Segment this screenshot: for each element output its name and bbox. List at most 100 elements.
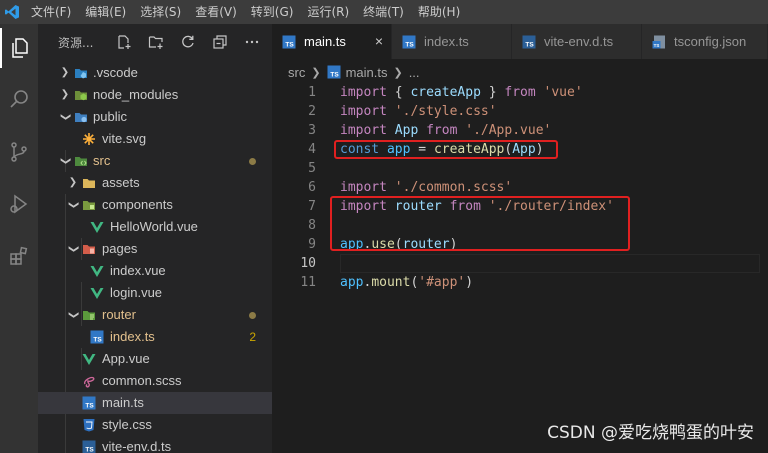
tab-main-ts[interactable]: TS main.ts × [272, 24, 392, 59]
chevron-down-icon: ❯ [68, 310, 79, 320]
tree-item-main-ts[interactable]: TS main.ts [38, 392, 272, 414]
more-icon[interactable] [236, 34, 268, 50]
tree-item-app-vue[interactable]: App.vue [38, 348, 272, 370]
svg-text:TS: TS [525, 41, 534, 48]
tab-index-ts[interactable]: TS index.ts [392, 24, 512, 59]
file-tree: ❯ .vscode ❯ node_modules ❯ public vite.s… [38, 62, 272, 453]
editor-tab-bar: TS main.ts × TS index.ts TS vite-env.d.t… [272, 24, 768, 59]
chevron-down-icon: ❯ [68, 244, 79, 254]
menu-go[interactable]: 转到(G) [244, 0, 301, 24]
tree-item-label: .vscode [93, 65, 138, 80]
code-line: import './style.css' [340, 104, 497, 119]
line-number: 1 [308, 85, 316, 100]
tree-item-assets[interactable]: ❯ assets [38, 172, 272, 194]
tree-item-label: router [102, 307, 136, 322]
ts-def-file-icon: TS [522, 35, 536, 48]
tree-item-helloworld-vue[interactable]: HelloWorld.vue [38, 216, 272, 238]
menu-file[interactable]: 文件(F) [24, 0, 78, 24]
explorer-title: 资源... [58, 35, 94, 50]
menu-selection[interactable]: 选择(S) [133, 0, 188, 24]
menu-terminal[interactable]: 终端(T) [356, 0, 411, 24]
activity-bar [0, 24, 38, 453]
tree-item-label: style.css [102, 417, 152, 432]
tab-vite-env-dts[interactable]: TS vite-env.d.ts [512, 24, 642, 59]
explorer-icon[interactable] [0, 28, 38, 68]
scss-file-icon [84, 376, 95, 388]
tree-item-vscode[interactable]: ❯ .vscode [38, 62, 272, 84]
svg-text:TS: TS [330, 72, 339, 79]
folder-vscode-icon [75, 69, 87, 79]
tree-item-login-vue[interactable]: login.vue [38, 282, 272, 304]
modified-dot [249, 158, 256, 165]
chevron-right-icon: ❯ [68, 177, 78, 188]
breadcrumb-file[interactable]: main.ts [346, 65, 388, 80]
tab-tsconfig-json[interactable]: TS tsconfig.json [642, 24, 768, 59]
tree-item-label: login.vue [110, 285, 163, 300]
folder-icon [83, 179, 95, 188]
tree-item-src[interactable]: ❯ src [38, 150, 272, 172]
ts-file-icon: TS [402, 35, 416, 48]
line-number: 9 [308, 237, 316, 252]
tree-item-label: vite.svg [102, 131, 147, 146]
tree-item-router[interactable]: ❯ router [38, 304, 272, 326]
tree-item-common-scss[interactable]: common.scss [38, 370, 272, 392]
chevron-down-icon: ❯ [60, 156, 71, 166]
breadcrumb-more[interactable]: ... [409, 65, 420, 80]
tree-item-label: node_modules [93, 87, 179, 102]
code-editor[interactable]: 1 2 3 4 5 6 7 8 9 10 11 import { createA… [272, 83, 768, 453]
tree-item-label: index.ts [110, 329, 155, 344]
ts-file-icon: TS [282, 35, 296, 48]
tree-item-node-modules[interactable]: ❯ node_modules [38, 84, 272, 106]
svg-text:TS: TS [654, 43, 660, 48]
tree-item-label: public [93, 109, 127, 124]
tree-item-pages[interactable]: ❯ pages [38, 238, 272, 260]
tree-item-router-index-ts[interactable]: TS index.ts 2 [38, 326, 272, 348]
menu-run[interactable]: 运行(R) [300, 0, 356, 24]
tree-item-label: index.vue [110, 263, 166, 278]
svg-file-icon [83, 133, 95, 145]
line-number: 8 [308, 218, 316, 233]
tree-item-label: common.scss [102, 373, 182, 388]
tree-item-vite-svg[interactable]: vite.svg [38, 128, 272, 150]
chevron-down-icon: ❯ [68, 200, 79, 210]
refresh-icon[interactable] [172, 34, 204, 50]
tree-item-index-vue[interactable]: index.vue [38, 260, 272, 282]
tree-item-vite-env-dts[interactable]: TS vite-env.d.ts [38, 436, 272, 453]
run-debug-icon[interactable] [0, 184, 38, 224]
svg-text:TS: TS [85, 403, 94, 410]
menu-help[interactable]: 帮助(H) [411, 0, 467, 24]
tree-item-label: main.ts [102, 395, 144, 410]
tree-item-style-css[interactable]: style.css [38, 414, 272, 436]
line-number: 10 [300, 256, 316, 271]
menu-bar: 文件(F) 编辑(E) 选择(S) 查看(V) 转到(G) 运行(R) 终端(T… [0, 0, 768, 24]
collapse-icon[interactable] [204, 34, 236, 50]
modified-dot [249, 312, 256, 319]
tsconfig-file-icon: TS [652, 35, 665, 48]
new-folder-icon[interactable] [140, 34, 172, 50]
tab-label: tsconfig.json [674, 34, 747, 49]
vue-file-icon [82, 354, 96, 365]
source-control-icon[interactable] [0, 132, 38, 172]
close-icon[interactable]: × [375, 33, 383, 49]
problems-count-badge: 2 [249, 330, 256, 344]
chevron-right-icon: ❯ [393, 66, 403, 79]
explorer-header: 资源... [38, 24, 272, 60]
code-line: app.mount('#app') [340, 275, 474, 290]
tree-item-public[interactable]: ❯ public [38, 106, 272, 128]
menu-view[interactable]: 查看(V) [188, 0, 244, 24]
tree-item-label: App.vue [102, 351, 150, 366]
explorer-sidebar: 资源... ❯ .vscode ❯ node_modules ❯ public … [38, 24, 272, 453]
line-number: 2 [308, 104, 316, 119]
extensions-icon[interactable] [0, 236, 38, 276]
tree-item-label: HelloWorld.vue [110, 219, 198, 234]
search-icon[interactable] [0, 80, 38, 120]
line-number: 3 [308, 123, 316, 138]
line-number: 5 [308, 161, 316, 176]
vue-file-icon [90, 266, 104, 277]
tree-item-label: components [102, 197, 173, 212]
line-number: 7 [308, 199, 316, 214]
new-file-icon[interactable] [108, 34, 140, 50]
tree-item-components[interactable]: ❯ components [38, 194, 272, 216]
breadcrumb-folder[interactable]: src [288, 65, 305, 80]
menu-edit[interactable]: 编辑(E) [78, 0, 133, 24]
